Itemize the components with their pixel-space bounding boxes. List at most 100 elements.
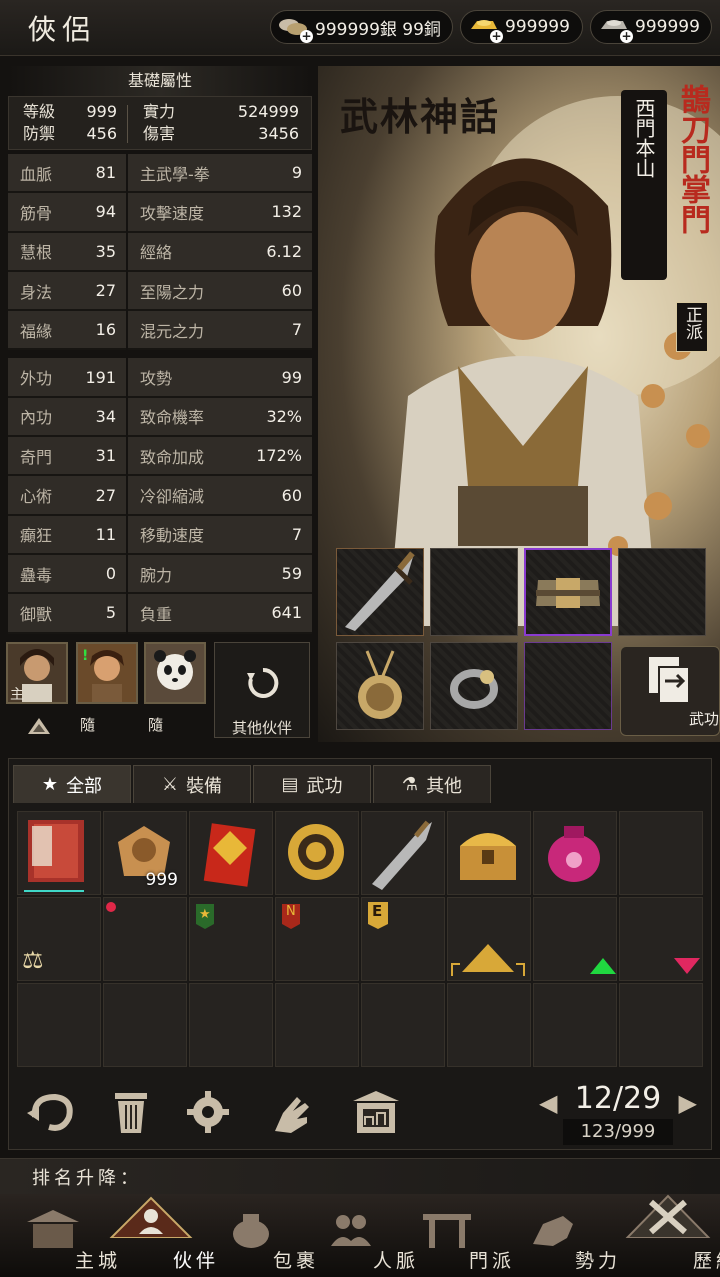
attribute-row: 御獸 5 負重 641 [8,594,312,634]
trash-icon[interactable] [109,1087,153,1141]
next-page-arrow-icon[interactable]: ▶ [679,1089,697,1117]
equipment-slot-empty[interactable] [524,642,612,730]
weapon-slot[interactable] [336,548,424,636]
inventory-slot[interactable] [447,897,531,981]
attribute-value: 60 [281,281,302,301]
inventory-slot-empty[interactable] [103,983,187,1067]
tab-equipment[interactable]: ⚔ 裝備 [133,765,251,803]
attribute-label: 筋骨 [20,203,53,223]
gear-icon[interactable] [185,1087,231,1141]
inventory-slot[interactable] [619,897,703,981]
attribute-cell: 內功 34 [8,397,126,438]
red-down-arrow-icon [674,958,700,974]
inventory-slot-empty[interactable] [17,983,101,1067]
other-companions-button[interactable]: 其他伙伴 [214,642,310,738]
inventory-slot[interactable] [533,897,617,981]
inventory-slot[interactable] [189,811,273,895]
attribute-label: 心術 [20,487,53,507]
nav-companions[interactable]: 伙伴 [106,1196,215,1277]
nav-faction[interactable]: 勢力 [508,1208,617,1277]
attribute-label: 主武學-拳 [140,164,210,184]
inventory-slot-empty[interactable] [619,811,703,895]
nav-sect[interactable]: 門派 [402,1208,511,1277]
inventory-slot-empty[interactable] [533,983,617,1067]
inventory-slot[interactable] [533,811,617,895]
inventory-slot-empty[interactable] [361,983,445,1067]
attribute-group-primary: 血脈 81 主武學-拳 9 筋骨 94 攻擊速度 132 慧根 35 經絡 6.12 身法 27 至陽之力 6… [8,154,312,351]
defense-label: 防禦 [23,124,56,143]
inventory-slot-empty[interactable] [619,983,703,1067]
game-logo: 武林神話 [340,94,501,139]
necklace-slot[interactable] [336,642,424,730]
attribute-value: 191 [85,367,116,387]
silver-ingot-currency[interactable]: + 999999 [590,10,712,44]
attribute-cell: 癲狂 11 [8,515,126,555]
inventory-slot-empty[interactable] [189,983,273,1067]
attribute-label: 移動速度 [140,526,205,546]
inventory-slot[interactable] [17,811,101,895]
power-label: 實力 [143,102,176,121]
ring-slot[interactable] [430,642,518,730]
silver-currency[interactable]: + 999999銀 99銅 [270,10,453,44]
attribute-value: 16 [95,320,116,340]
silver-amount: 999999銀 99銅 [315,19,441,40]
tab-martial-arts[interactable]: ▤ 武功 [253,765,371,803]
city-gate-icon [27,1210,79,1248]
inventory-slot[interactable] [361,811,445,895]
nav-inventory[interactable]: 包裹 [206,1208,315,1277]
attribute-value: 641 [271,603,302,623]
attribute-value: 35 [95,241,116,261]
nav-training[interactable]: 歷練 [620,1194,720,1277]
power-value: 524999 [237,102,299,121]
attribute-cell: 筋骨 94 [8,193,126,233]
expand-arrow-icon[interactable] [26,716,52,740]
nav-main-city[interactable]: 主城 [8,1208,117,1277]
companion-follower-2[interactable]: 隨 [144,642,206,738]
green-up-arrow-icon [590,958,616,974]
silver-ingot-amount: 999999 [635,17,700,37]
other-companions-label: 其他伙伴 [231,719,292,737]
rank-letter: N [286,904,296,919]
nav-contacts[interactable]: 人脈 [306,1208,415,1277]
armor-slot[interactable] [524,548,612,636]
attribute-label: 血脈 [20,164,53,184]
inventory-slot[interactable]: N [275,897,359,981]
attribute-label: 御獸 [20,604,53,624]
inventory-slot[interactable] [275,811,359,895]
inventory-slot[interactable] [103,897,187,981]
attribute-cell: 血脈 81 [8,154,126,194]
inventory-slot[interactable]: ★ [189,897,273,981]
gold-currency[interactable]: + 999999 [460,10,583,44]
martial-arts-screen-button[interactable]: 武功界面 [620,646,720,736]
equipment-slot-empty[interactable] [618,548,706,636]
attribute-label: 冷卻縮減 [140,487,205,507]
companion-follower-1[interactable]: ! 隨 [76,642,138,738]
hand-icon[interactable] [267,1087,317,1141]
companion-main[interactable]: 主 [6,642,68,738]
pink-pouch-icon [548,826,600,882]
attribute-value: 34 [95,406,116,426]
attribute-value: 7 [291,320,302,340]
equipment-slot-empty[interactable] [430,548,518,636]
crossed-swords-icon [625,1194,711,1238]
inventory-slot[interactable]: ⚖ [17,897,101,981]
reorganize-icon[interactable] [23,1087,79,1141]
red-envelope-icon [203,823,256,887]
attribute-cell: 混元之力 7 [128,311,312,351]
inventory-slot[interactable]: E [361,897,445,981]
attribute-label: 負重 [140,604,173,624]
inventory-slot[interactable] [447,811,531,895]
shop-icon[interactable] [349,1087,403,1141]
ranking-bar: 排名升降： [0,1158,720,1194]
inventory-slot-empty[interactable] [275,983,359,1067]
hero-name: 西門本山 [621,90,667,280]
inventory-slot-empty[interactable] [447,983,531,1067]
attribute-value: 7 [291,524,302,544]
tab-all[interactable]: ★ 全部 [13,765,131,803]
tab-other[interactable]: ⚗ 其他 [373,765,491,803]
attribute-cell: 慧根 35 [8,232,126,272]
inventory-slot[interactable]: 999 [103,811,187,895]
summary-box: 等級 999 防禦 456 實力 524999 傷害 3456 [8,96,312,150]
prev-page-arrow-icon[interactable]: ◀ [539,1089,557,1117]
attribute-label: 身法 [20,282,53,302]
